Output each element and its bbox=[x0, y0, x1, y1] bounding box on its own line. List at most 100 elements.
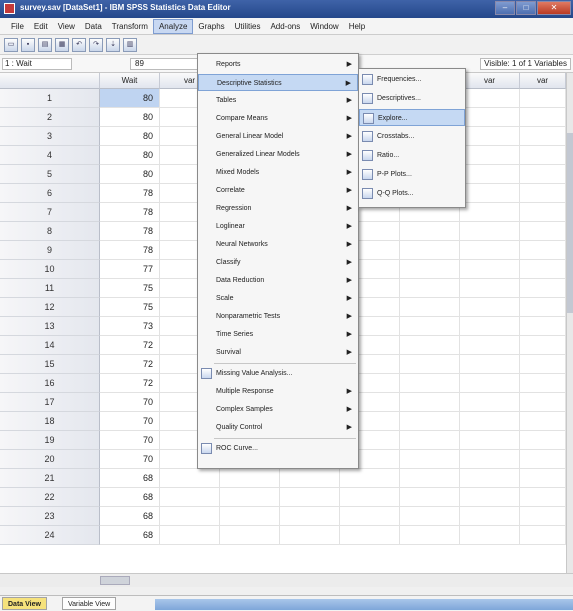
menu-utilities[interactable]: Utilities bbox=[230, 20, 266, 33]
row-number[interactable]: 9 bbox=[0, 241, 100, 260]
data-cell-empty[interactable] bbox=[460, 507, 520, 526]
data-cell-empty[interactable] bbox=[520, 469, 566, 488]
data-cell-empty[interactable] bbox=[460, 108, 520, 127]
data-cell-empty[interactable] bbox=[280, 488, 340, 507]
data-cell-empty[interactable] bbox=[460, 355, 520, 374]
analyze-menu-item[interactable]: Classify ▶ bbox=[198, 254, 358, 271]
data-cell-empty[interactable] bbox=[520, 108, 566, 127]
data-cell-empty[interactable] bbox=[280, 526, 340, 545]
data-cell-empty[interactable] bbox=[220, 469, 280, 488]
data-cell-empty[interactable] bbox=[400, 336, 460, 355]
data-cell-empty[interactable] bbox=[520, 317, 566, 336]
data-cell-wait[interactable]: 70 bbox=[100, 431, 160, 450]
data-cell-empty[interactable] bbox=[400, 393, 460, 412]
row-number[interactable]: 18 bbox=[0, 412, 100, 431]
data-cell-empty[interactable] bbox=[460, 241, 520, 260]
data-cell-empty[interactable] bbox=[520, 165, 566, 184]
minimize-button[interactable]: – bbox=[495, 1, 515, 15]
data-cell-empty[interactable] bbox=[460, 184, 520, 203]
data-cell-wait[interactable]: 78 bbox=[100, 184, 160, 203]
data-cell-empty[interactable] bbox=[400, 241, 460, 260]
data-cell-empty[interactable] bbox=[340, 507, 400, 526]
data-cell-empty[interactable] bbox=[460, 374, 520, 393]
data-cell-wait[interactable]: 72 bbox=[100, 355, 160, 374]
data-cell-empty[interactable] bbox=[340, 526, 400, 545]
data-cell-empty[interactable] bbox=[520, 526, 566, 545]
data-cell-wait[interactable]: 68 bbox=[100, 507, 160, 526]
data-cell-wait[interactable]: 73 bbox=[100, 317, 160, 336]
print-icon[interactable]: ▤ bbox=[38, 37, 52, 52]
data-cell-empty[interactable] bbox=[520, 89, 566, 108]
row-number[interactable]: 1 bbox=[0, 89, 100, 108]
data-cell-wait[interactable]: 80 bbox=[100, 146, 160, 165]
data-cell-empty[interactable] bbox=[520, 260, 566, 279]
scroll-thumb[interactable] bbox=[567, 133, 573, 313]
menu-file[interactable]: File bbox=[6, 20, 29, 33]
data-cell-wait[interactable]: 68 bbox=[100, 469, 160, 488]
data-cell-empty[interactable] bbox=[400, 469, 460, 488]
data-cell-empty[interactable] bbox=[460, 89, 520, 108]
data-cell-wait[interactable]: 70 bbox=[100, 450, 160, 469]
undo-icon[interactable]: ↶ bbox=[72, 37, 86, 52]
row-number[interactable]: 11 bbox=[0, 279, 100, 298]
analyze-menu-item[interactable]: ROC Curve... bbox=[198, 440, 358, 457]
analyze-menu-item[interactable]: Nonparametric Tests ▶ bbox=[198, 308, 358, 325]
data-cell-wait[interactable]: 68 bbox=[100, 488, 160, 507]
data-cell-empty[interactable] bbox=[460, 526, 520, 545]
analyze-menu-item[interactable]: Time Series ▶ bbox=[198, 326, 358, 343]
analyze-menu-item[interactable]: Correlate ▶ bbox=[198, 182, 358, 199]
analyze-menu-item[interactable]: Scale ▶ bbox=[198, 290, 358, 307]
analyze-menu-item[interactable]: Tables ▶ bbox=[198, 92, 358, 109]
analyze-menu-item[interactable]: Loglinear ▶ bbox=[198, 218, 358, 235]
row-number[interactable]: 8 bbox=[0, 222, 100, 241]
data-cell-wait[interactable]: 78 bbox=[100, 203, 160, 222]
data-cell-empty[interactable] bbox=[460, 165, 520, 184]
analyze-menu-item[interactable]: Survival ▶ bbox=[198, 344, 358, 361]
data-cell-empty[interactable] bbox=[400, 450, 460, 469]
data-cell-empty[interactable] bbox=[460, 393, 520, 412]
analyze-menu-item[interactable]: Neural Networks ▶ bbox=[198, 236, 358, 253]
data-cell-empty[interactable] bbox=[460, 336, 520, 355]
data-cell-wait[interactable]: 80 bbox=[100, 89, 160, 108]
data-cell-empty[interactable] bbox=[460, 469, 520, 488]
goto-case-icon[interactable]: ⇣ bbox=[106, 37, 120, 52]
menu-window[interactable]: Window bbox=[305, 20, 343, 33]
data-cell-wait[interactable]: 80 bbox=[100, 165, 160, 184]
row-number[interactable]: 3 bbox=[0, 127, 100, 146]
data-cell-empty[interactable] bbox=[400, 317, 460, 336]
column-header-var[interactable]: var bbox=[520, 73, 566, 89]
data-cell-empty[interactable] bbox=[520, 279, 566, 298]
data-cell-empty[interactable] bbox=[160, 488, 220, 507]
descriptives-menu-item[interactable]: P-P Plots... bbox=[359, 166, 465, 183]
data-cell-empty[interactable] bbox=[520, 146, 566, 165]
horizontal-scrollbar[interactable] bbox=[0, 573, 573, 587]
row-number[interactable]: 15 bbox=[0, 355, 100, 374]
data-cell-empty[interactable] bbox=[520, 355, 566, 374]
data-cell-empty[interactable] bbox=[400, 374, 460, 393]
data-cell-empty[interactable] bbox=[400, 222, 460, 241]
data-cell-empty[interactable] bbox=[520, 488, 566, 507]
data-cell-wait[interactable]: 75 bbox=[100, 279, 160, 298]
data-cell-empty[interactable] bbox=[400, 355, 460, 374]
row-number[interactable]: 21 bbox=[0, 469, 100, 488]
open-icon[interactable]: ▭ bbox=[4, 37, 18, 52]
data-cell-wait[interactable]: 72 bbox=[100, 336, 160, 355]
menu-data[interactable]: Data bbox=[80, 20, 107, 33]
data-cell-empty[interactable] bbox=[460, 317, 520, 336]
data-cell-empty[interactable] bbox=[280, 469, 340, 488]
menu-help[interactable]: Help bbox=[344, 20, 370, 33]
menu-graphs[interactable]: Graphs bbox=[193, 20, 229, 33]
analyze-menu-item[interactable]: Complex Samples ▶ bbox=[198, 401, 358, 418]
row-number[interactable]: 2 bbox=[0, 108, 100, 127]
analyze-menu-item[interactable]: Descriptive Statistics ▶ bbox=[198, 74, 358, 91]
row-number[interactable]: 5 bbox=[0, 165, 100, 184]
scroll-thumb[interactable] bbox=[100, 576, 130, 585]
data-cell-empty[interactable] bbox=[460, 127, 520, 146]
data-cell-empty[interactable] bbox=[460, 279, 520, 298]
data-cell-empty[interactable] bbox=[520, 412, 566, 431]
data-cell-empty[interactable] bbox=[400, 507, 460, 526]
tab-variable-view[interactable]: Variable View bbox=[62, 597, 117, 610]
data-cell-wait[interactable]: 78 bbox=[100, 241, 160, 260]
data-cell-empty[interactable] bbox=[520, 184, 566, 203]
menu-view[interactable]: View bbox=[53, 20, 80, 33]
